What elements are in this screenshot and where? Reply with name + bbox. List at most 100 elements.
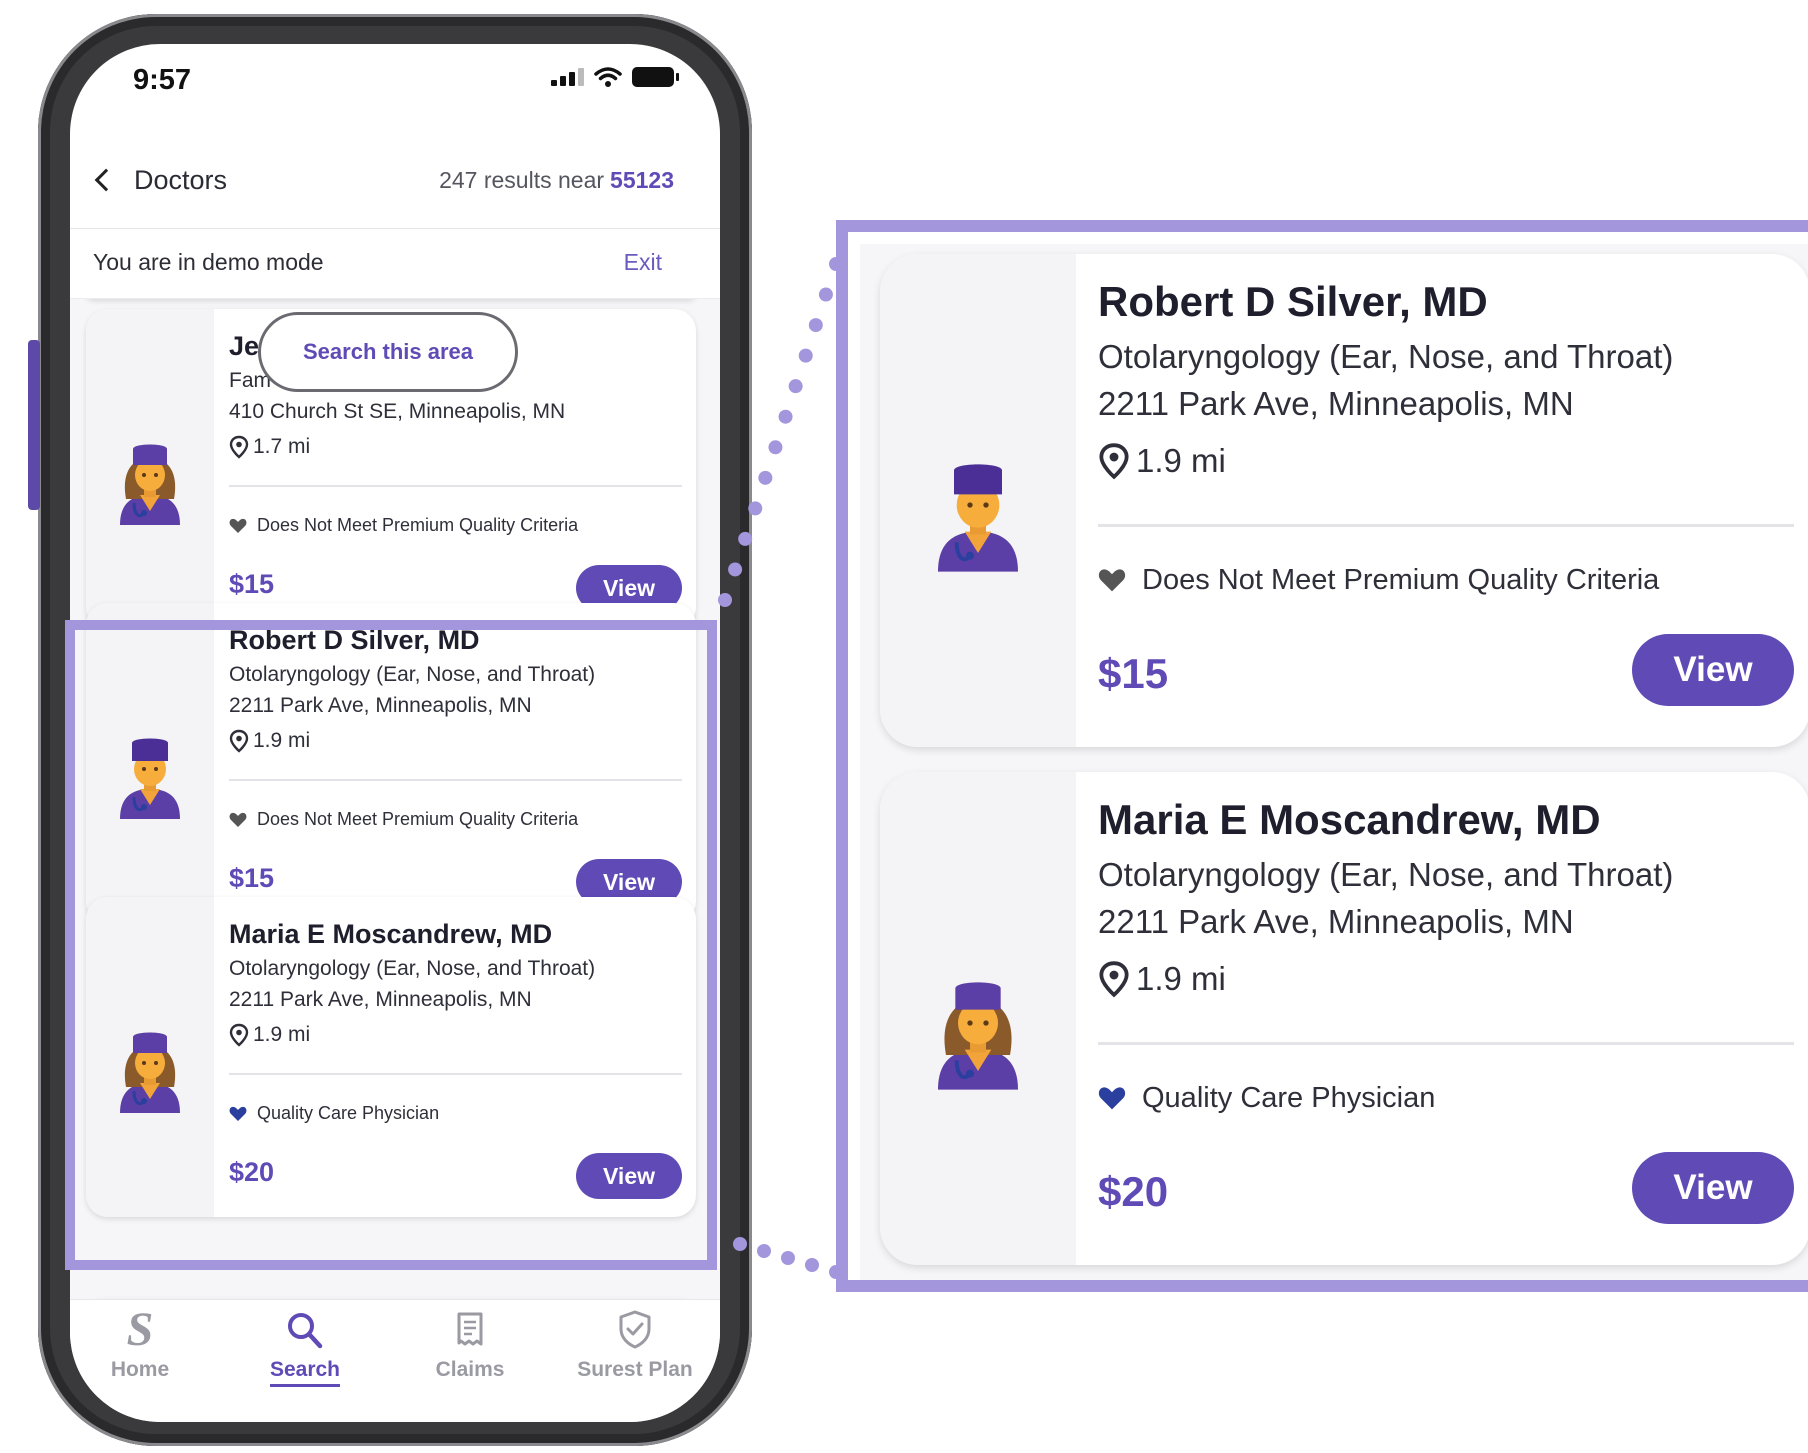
quality-text: Quality Care Physician <box>1142 1082 1436 1114</box>
header: Doctors 247 results near 55123 <box>70 134 720 229</box>
battery-icon <box>632 67 679 87</box>
heart-icon <box>1098 1087 1126 1110</box>
connector-dot <box>798 348 813 363</box>
quality-status: Does Not Meet Premium Quality Criteria <box>229 809 578 830</box>
nav-label: Search <box>269 1358 341 1387</box>
quality-text: Does Not Meet Premium Quality Criteria <box>1142 564 1660 596</box>
doctor-address: 2211 Park Ave, Minneapolis, MN <box>229 988 532 1011</box>
divider <box>1098 524 1794 527</box>
connector-dot <box>757 1244 771 1258</box>
nav-search[interactable]: Search <box>235 1308 375 1387</box>
status-time: 9:57 <box>133 64 192 96</box>
doctor-name: Maria E Moscandrew, MD <box>1098 796 1601 843</box>
nav-surest-plan[interactable]: Surest Plan <box>565 1308 705 1382</box>
location-pin-icon <box>1099 961 1129 998</box>
quality-text: Quality Care Physician <box>257 1103 440 1123</box>
results-list[interactable]: Search this area Je MD Fam 410 Church St… <box>70 299 720 1339</box>
location-pin-icon <box>229 729 249 753</box>
receipt-icon <box>457 1312 483 1346</box>
connector-dot <box>788 379 803 394</box>
quality-status: Does Not Meet Premium Quality Criteria <box>1098 564 1659 597</box>
view-button[interactable]: View <box>1632 634 1794 706</box>
female-doctor-avatar <box>930 972 1026 1090</box>
heart-icon <box>229 1106 247 1121</box>
doctor-distance: 1.9 mi <box>1098 960 1226 998</box>
heart-icon <box>229 518 247 533</box>
doctor-name: Robert D Silver, MD <box>1098 278 1488 325</box>
results-summary: 247 results near 55123 <box>439 167 674 194</box>
nav-claims[interactable]: Claims <box>400 1308 540 1382</box>
divider <box>229 779 682 781</box>
quality-status: Does Not Meet Premium Quality Criteria <box>229 515 578 536</box>
volume-button <box>28 340 40 510</box>
doctor-name: Maria E Moscandrew, MD <box>229 919 553 949</box>
shield-check-icon <box>619 1310 651 1349</box>
view-button[interactable]: View <box>576 1153 682 1199</box>
bottom-nav: S Home Search Claims Surest Plan <box>70 1299 720 1422</box>
search-this-area-button[interactable]: Search this area <box>258 312 518 392</box>
nav-label: Home <box>110 1358 170 1381</box>
doctor-card[interactable]: Maria E Moscandrew, MD Otolaryngology (E… <box>86 897 696 1217</box>
connector-dot <box>758 470 773 485</box>
wifi-icon <box>594 67 622 87</box>
quality-text: Does Not Meet Premium Quality Criteria <box>257 809 579 829</box>
surest-s-logo-icon: S <box>126 1303 154 1356</box>
distance-text: 1.9 mi <box>1136 960 1226 997</box>
demo-mode-banner: You are in demo mode Exit <box>70 229 720 299</box>
doctor-address: 2211 Park Ave, Minneapolis, MN <box>229 694 532 717</box>
heart-icon <box>229 812 247 827</box>
signal-icon <box>551 68 584 86</box>
nav-home[interactable]: S Home <box>70 1303 210 1382</box>
page-title: Doctors <box>134 165 228 195</box>
price: $15 <box>229 863 275 893</box>
connector-dot <box>808 318 823 333</box>
phone-screen: 9:57 Doctors 247 results near 55123 You a… <box>70 44 720 1422</box>
divider <box>1098 1042 1794 1045</box>
connector-dot <box>818 287 833 302</box>
location-pin-icon <box>229 1023 249 1047</box>
connector-dot <box>778 409 793 424</box>
doctor-distance: 1.9 mi <box>229 729 310 753</box>
quality-status: Quality Care Physician <box>1098 1082 1435 1115</box>
price: $20 <box>1098 1168 1169 1215</box>
nav-label: Surest Plan <box>577 1358 693 1381</box>
results-count-text: 247 results near <box>439 167 605 193</box>
connector-dot <box>768 440 783 455</box>
price: $20 <box>229 1157 275 1187</box>
doctor-name: Robert D Silver, MD <box>229 625 480 655</box>
search-icon <box>288 1313 323 1349</box>
demo-mode-text: You are in demo mode <box>93 249 324 275</box>
doctor-address: 2211 Park Ave, Minneapolis, MN <box>1098 385 1574 422</box>
price: $15 <box>1098 650 1169 697</box>
male-doctor-avatar <box>114 731 186 819</box>
doctor-specialty: Otolaryngology (Ear, Nose, and Throat) <box>229 663 596 686</box>
price: $15 <box>229 569 275 599</box>
location-pin-icon <box>229 435 249 459</box>
view-button[interactable]: View <box>1632 1152 1794 1224</box>
connector-dot <box>781 1251 795 1265</box>
quality-status: Quality Care Physician <box>229 1103 439 1124</box>
status-icons <box>551 66 679 88</box>
doctor-card-zoomed[interactable]: Maria E Moscandrew, MD Otolaryngology (E… <box>880 772 1808 1265</box>
quality-text: Does Not Meet Premium Quality Criteria <box>257 515 579 535</box>
doctor-distance: 1.9 mi <box>229 1023 310 1047</box>
distance-text: 1.7 mi <box>253 435 311 458</box>
back-icon[interactable] <box>94 168 118 192</box>
doctor-address: 2211 Park Ave, Minneapolis, MN <box>1098 903 1574 940</box>
doctor-card-zoomed[interactable]: Robert D Silver, MD Otolaryngology (Ear,… <box>880 254 1808 747</box>
divider <box>229 485 682 487</box>
distance-text: 1.9 mi <box>253 1023 311 1046</box>
doctor-address: 410 Church St SE, Minneapolis, MN <box>229 400 566 423</box>
doctor-card[interactable]: Robert D Silver, MD Otolaryngology (Ear,… <box>86 603 696 923</box>
doctor-distance: 1.7 mi <box>229 435 310 459</box>
distance-text: 1.9 mi <box>253 729 311 752</box>
zoom-panel: Robert D Silver, MD Otolaryngology (Ear,… <box>836 220 1808 1292</box>
doctor-specialty: Otolaryngology (Ear, Nose, and Throat) <box>1098 338 1674 375</box>
divider <box>229 1073 682 1075</box>
nav-label: Claims <box>435 1358 505 1381</box>
male-doctor-avatar <box>930 454 1026 572</box>
doctor-distance: 1.9 mi <box>1098 442 1226 480</box>
zip-code-link[interactable]: 55123 <box>610 167 674 193</box>
heart-icon <box>1098 569 1126 592</box>
exit-demo-link[interactable]: Exit <box>624 249 662 276</box>
